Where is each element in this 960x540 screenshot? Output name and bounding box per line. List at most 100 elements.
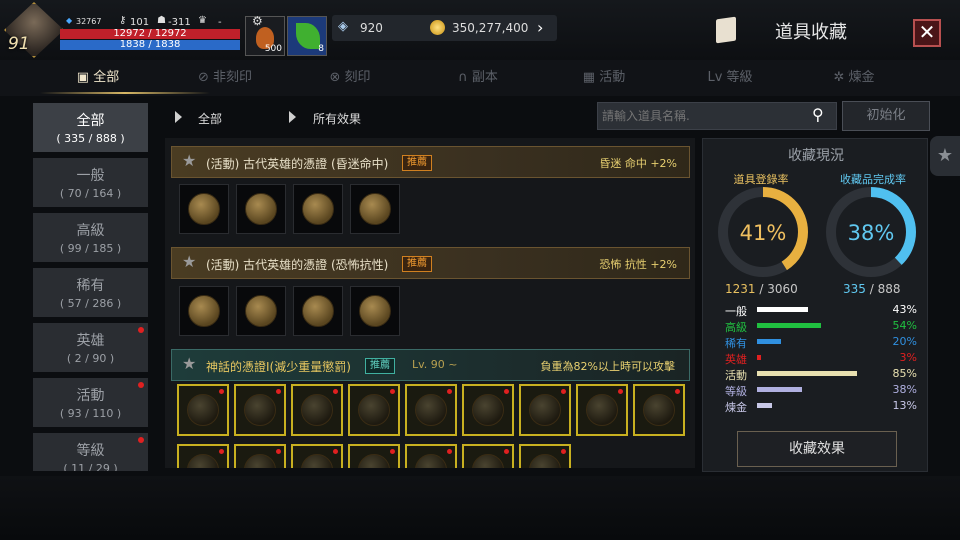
grade-progress-bar: [757, 371, 858, 376]
book-icon: ▣: [76, 70, 94, 85]
item-slot[interactable]: [576, 384, 628, 436]
collection-entry-header[interactable]: ★ (活動) 古代英雄的憑證 (恐怖抗性) 推薦 恐怖 抗性 +2%: [171, 247, 690, 279]
hp-text: 12972 / 12972: [113, 28, 187, 39]
grade-percent: 20%: [892, 335, 917, 348]
collection-list[interactable]: ★ (活動) 古代英雄的憑證 (昏迷命中) 推薦 昏迷 命中 +2% ★ (活動…: [165, 138, 695, 468]
sidebar-item[interactable]: 英雄 ( 2 / 90 ): [33, 323, 148, 372]
leaf-count: 8: [318, 44, 324, 54]
search-box[interactable]: ⚲: [597, 102, 837, 130]
favorite-star-icon[interactable]: ★: [182, 354, 196, 373]
collection-book-icon: [716, 16, 736, 44]
search-icon[interactable]: ⚲: [812, 105, 824, 124]
grade-label: 活動: [725, 369, 747, 382]
item-slot[interactable]: [405, 444, 457, 468]
gear-icon: ⚙: [252, 14, 263, 28]
item-slot[interactable]: [462, 384, 514, 436]
potion-slot[interactable]: ⚙ 500: [245, 14, 285, 56]
item-slot[interactable]: [350, 286, 400, 336]
item-slot[interactable]: [350, 184, 400, 234]
sidebar-item-label: 一般: [76, 168, 105, 184]
collection-effect-button[interactable]: 收藏效果: [737, 431, 897, 467]
key-icon: ⚷: [119, 15, 127, 26]
registration-rate-value: 41%: [739, 221, 787, 245]
sidebar-item-count: ( 93 / 110 ): [59, 407, 122, 420]
gold-amount: 350,277,400: [452, 21, 529, 35]
category-tabs: ▣ 全部 ⊘ 非刻印 ⊗ 刻印 ∩ 副本 ▦ 活動 Lv 等級 ✲ 煉金: [0, 60, 960, 96]
leaf-item-slot[interactable]: 8: [287, 16, 327, 56]
item-slot[interactable]: [519, 444, 571, 468]
grade-progress-bar: [757, 403, 773, 408]
favorite-star-icon[interactable]: ★: [182, 151, 196, 170]
category-dropdown-arrow-icon[interactable]: [175, 111, 182, 123]
grade-label: 英雄: [725, 353, 747, 366]
tab-engrave[interactable]: ⊗ 刻印: [310, 60, 390, 96]
item-slot[interactable]: [348, 384, 400, 436]
entry-effect: 昏迷 命中 +2%: [599, 157, 677, 170]
sidebar-item[interactable]: 稀有 ( 57 / 286 ): [33, 268, 148, 317]
grade-progress-bar: [757, 387, 802, 392]
entry-level: Lv. 90 ~: [412, 358, 458, 371]
category-filter[interactable]: 全部: [198, 110, 222, 127]
helmet-icon: ☗: [157, 15, 166, 26]
no-engrave-icon: ⊘: [197, 70, 213, 85]
reset-button[interactable]: 初始化: [842, 101, 930, 131]
sidebar-item[interactable]: 全部 ( 335 / 888 ): [33, 103, 148, 152]
tab-non-engrave[interactable]: ⊘ 非刻印: [180, 60, 270, 96]
tab-all[interactable]: ▣ 全部: [58, 60, 138, 96]
item-slot[interactable]: [293, 184, 343, 234]
collection-status-panel: 收藏現況 道具登錄率 收藏品完成率 41% 38% 1231 / 3060 33…: [702, 138, 928, 472]
exp-value: 32767: [76, 17, 102, 26]
sidebar-item[interactable]: 高級 ( 99 / 185 ): [33, 213, 148, 262]
entry-title: (活動) 古代英雄的憑證 (昏迷命中): [206, 157, 389, 171]
grade-percent: 13%: [892, 399, 917, 412]
item-slot[interactable]: [633, 384, 685, 436]
crystal-icon: ◈: [338, 19, 348, 34]
item-slot[interactable]: [234, 384, 286, 436]
screen-title: 道具收藏: [775, 22, 847, 43]
item-slot[interactable]: [291, 384, 343, 436]
chevron-right-icon[interactable]: ›: [537, 18, 543, 37]
recommended-badge: 推薦: [402, 155, 432, 171]
tab-alchemy[interactable]: ✲ 煉金: [814, 60, 894, 96]
notification-dot: [138, 437, 144, 443]
close-button[interactable]: ✕: [913, 19, 941, 47]
item-slot[interactable]: [234, 444, 286, 468]
effect-dropdown-arrow-icon[interactable]: [289, 111, 296, 123]
item-slot[interactable]: [177, 444, 229, 468]
item-slot[interactable]: [462, 444, 514, 468]
item-slot[interactable]: [236, 184, 286, 234]
collection-entry-header[interactable]: ★ (活動) 古代英雄的憑證 (昏迷命中) 推薦 昏迷 命中 +2%: [171, 146, 690, 178]
sidebar-item-label: 稀有: [76, 278, 105, 294]
collection-entry-header[interactable]: ★ 神話的憑證I(減少重量懲罰) 推薦 Lv. 90 ~ 負重為82%以上時可以…: [171, 349, 690, 381]
item-slot[interactable]: [236, 286, 286, 336]
grade-label: 高級: [725, 321, 747, 334]
completion-rate-value: 38%: [847, 221, 895, 245]
item-slot[interactable]: [177, 384, 229, 436]
grade-label: 一般: [725, 305, 747, 318]
tab-dungeon[interactable]: ∩ 副本: [438, 60, 518, 96]
entry-effect: 負重為82%以上時可以攻擊: [540, 360, 675, 373]
favorite-star-icon[interactable]: ★: [182, 252, 196, 271]
grade-percent: 54%: [892, 319, 917, 332]
grade-percent: 38%: [892, 383, 917, 396]
item-slot[interactable]: [179, 184, 229, 234]
item-slot[interactable]: [291, 444, 343, 468]
crystal-amount: 920: [360, 21, 383, 35]
panel-title: 收藏現況: [788, 148, 844, 164]
key-count: 101: [130, 17, 150, 28]
sidebar-item[interactable]: 等級 ( 11 / 29 ): [33, 433, 148, 471]
item-slot[interactable]: [348, 444, 400, 468]
sidebar-item[interactable]: 活動 ( 93 / 110 ): [33, 378, 148, 427]
sidebar-item[interactable]: 一般 ( 70 / 164 ): [33, 158, 148, 207]
effect-filter[interactable]: 所有效果: [313, 110, 361, 127]
item-slot[interactable]: [179, 286, 229, 336]
favorites-side-tab-icon[interactable]: ★: [930, 136, 960, 176]
item-slot[interactable]: [519, 384, 571, 436]
completion-count: 335 / 888: [843, 282, 901, 296]
tab-level[interactable]: Lv 等級: [690, 60, 770, 96]
item-slot[interactable]: [293, 286, 343, 336]
tab-event[interactable]: ▦ 活動: [564, 60, 644, 96]
sidebar-item-count: ( 70 / 164 ): [59, 187, 122, 200]
item-slot[interactable]: [405, 384, 457, 436]
search-input[interactable]: [602, 106, 802, 126]
